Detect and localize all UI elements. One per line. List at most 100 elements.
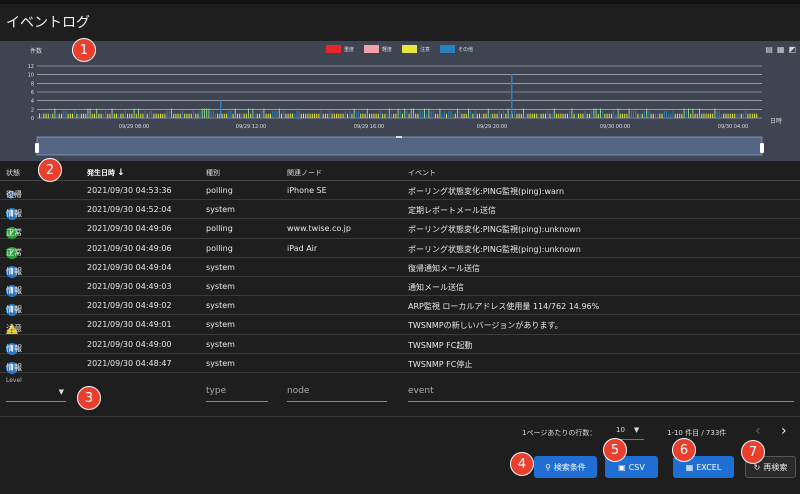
chart-svg: 件数 0 2 4 6 8 10 12 09/29 08:00 09/29 12:00 09/29 1… [28,47,782,156]
time-cell: 2021/09/30 04:49:04 [87,262,172,272]
chart-bar [369,113,370,118]
chart-bar [437,113,439,118]
chart-bar [439,108,441,118]
col-header-event[interactable]: イベント [408,168,436,178]
table-row[interactable]: i 情報 2021/09/30 04:49:00 system TWSNMP FC起動 [0,335,800,355]
chart-bar [413,108,414,118]
zoom-icon[interactable]: ▤ [765,45,773,54]
col-header-state[interactable]: 状態 [6,168,20,178]
chart-bar [666,111,667,118]
chart-bar [498,111,500,118]
chart-bar [584,111,586,118]
chart-bar [430,111,432,118]
chart-bar [457,108,458,118]
node-filter-input[interactable]: node [287,386,387,402]
legend-item-severe[interactable]: 重度 [326,45,354,53]
chart-bar [415,113,417,118]
col-header-type[interactable]: 種別 [206,168,220,178]
table-row[interactable]: i 情報 2021/09/30 04:49:02 system ARP監視 ローカルアド… [0,296,800,317]
chart-bar [305,113,307,118]
rows-per-page-select[interactable]: 10 ▼ [616,426,644,440]
chart-bar [520,113,522,118]
table-row[interactable]: ✓ 正常 2021/09/30 04:49:06 polling www.twise.c… [0,219,800,240]
table-row[interactable]: ⟳ 復帰 2021/09/30 04:53:36 polling iPhone SE ポー… [0,181,800,201]
chart-bar [349,111,351,118]
chart-bar [399,111,401,118]
chart-bar [366,108,368,118]
state-label: 正常 [6,228,22,238]
y-tick-label: 6 [31,90,34,96]
chart-bar [105,111,106,118]
y-tick-label: 10 [28,73,34,79]
next-page-button[interactable]: › [781,423,787,439]
chart-bar [307,113,309,118]
chart-bar [668,113,670,118]
table-row[interactable]: ✓ 正常 2021/09/30 04:49:06 polling iPad Air ポーリ… [0,239,800,259]
table-row[interactable]: i 情報 2021/09/30 04:48:47 system TWSNMP FC停止 [0,354,800,374]
chart-bar [142,113,144,118]
level-select[interactable]: ▼ [6,386,66,402]
chart-bar [135,113,137,118]
chart-bar [723,113,725,118]
table-row[interactable]: 注意 2021/09/30 04:49:01 system TWSNMPの新しいバージ… [0,315,800,337]
chart-bar [124,111,126,118]
time-cell: 2021/09/30 04:49:03 [87,282,172,291]
chart-bar [199,111,201,118]
chart-bar [217,113,219,118]
legend-item-other[interactable]: その他 [440,45,473,53]
col-header-node[interactable]: 関連ノード [287,168,322,178]
chart-bar [278,108,280,118]
event-chart[interactable]: 件数 0 2 4 6 8 10 12 09/29 08:00 09/29 12:00 09/29 1… [0,41,800,161]
event-filter-input[interactable]: event [408,386,794,402]
chart-bar [556,113,557,118]
chart-bar [206,108,208,118]
chart-bar [272,111,274,118]
node-placeholder: node [287,386,310,396]
search-conditions-button[interactable]: ⚲ 検索条件 [534,456,597,478]
chart-bar [619,113,621,118]
y-tick-label: 2 [31,107,34,113]
chart-bar [351,113,353,118]
chart-bar [107,113,109,118]
state-label: 情報 [6,209,22,219]
legend-item-light[interactable]: 軽度 [364,45,392,53]
save-image-icon[interactable]: ◩ [788,45,796,54]
file-icon: ▣ [618,462,626,472]
table-row[interactable]: i 情報 2021/09/30 04:49:04 system 復帰通知メール送信 [0,258,800,278]
event-cell: ポーリング状態変化:PING監視(ping):warn [408,187,565,196]
chart-bar [243,113,245,118]
y-tick-label: 0 [31,116,34,122]
table-row[interactable]: i 情報 2021/09/30 04:52:04 system 定期レポートメール送信 [0,200,800,221]
table-row[interactable]: i 情報 2021/09/30 04:49:03 system 通知メール送信 [0,277,800,297]
type-filter-input[interactable]: type [206,386,268,402]
chart-bar [562,113,564,118]
chart-bar [589,113,590,118]
chart-bar [353,108,355,118]
col-header-time[interactable]: 発生日時 ↓ [87,168,125,178]
x-tick-label: 09/29 08:00 [119,124,149,130]
type-cell: system [206,339,235,349]
chart-bar [127,113,128,118]
event-cell: TWSNMPの新しいバージョンがあります。 [408,321,563,331]
chart-bar [223,113,225,118]
chart-bar [67,113,69,118]
legend-label-warn: 注意 [420,46,431,53]
chart-bar [417,113,419,118]
chart-bar [91,113,93,118]
prev-page-button[interactable]: ‹ [755,423,761,439]
chart-bar [267,113,269,118]
chart-bar [61,113,62,118]
chart-bar [300,113,302,118]
legend-item-warn[interactable]: 注意 [402,45,430,53]
event-cell: ポーリング状態変化:PING監視(ping):unknown [408,225,581,235]
chart-bar [342,113,344,118]
chart-bar [441,113,443,118]
chart-bar [76,113,78,118]
chart-bar [529,113,531,118]
chart-bar [683,108,685,118]
chart-bar [428,108,430,118]
restore-icon[interactable]: ▦ [777,45,785,54]
chart-bar [177,113,179,118]
chart-bar [212,111,214,118]
chart-bar [265,113,267,118]
